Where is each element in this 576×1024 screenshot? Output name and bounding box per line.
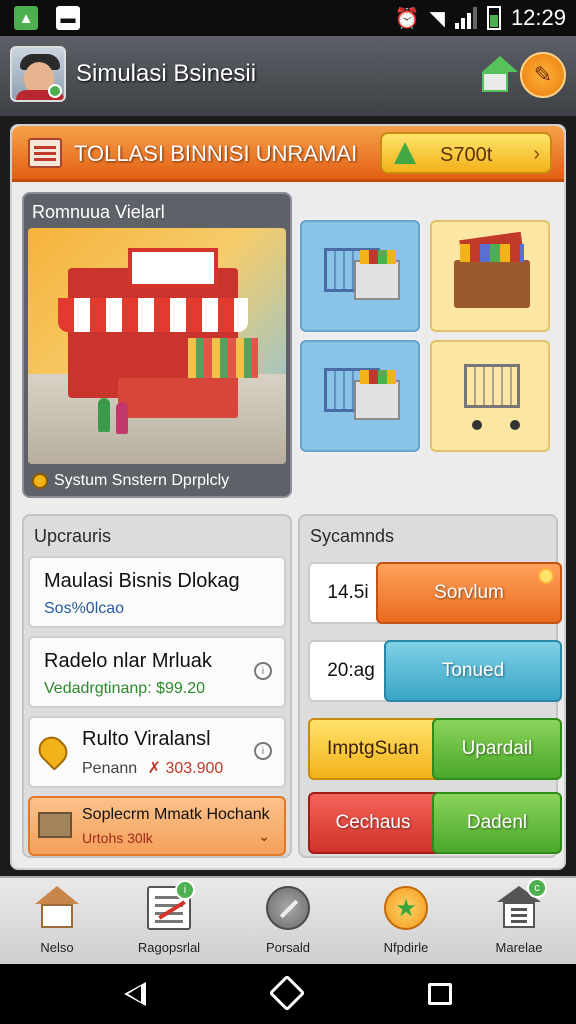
market-stand-icon [454,244,530,308]
commands-panel: Sycamnds 14.5i Sorvlum 20:ag Tonued Impt… [298,514,562,858]
chevron-right-icon: › [533,143,540,165]
cart-goods-tile[interactable] [300,220,420,332]
wifi-icon: ◥ [429,7,445,30]
chevron-down-icon: ⌄ [258,828,270,844]
market-stand-tile[interactable] [430,220,550,332]
currency-amount: S700t [440,144,493,166]
currency-button[interactable]: S700t › [380,132,552,174]
upardail-button[interactable]: Upardail [432,718,562,780]
app-title: Simulasi Bsinesii [76,60,257,87]
document-icon: c [497,878,547,930]
sun-icon [538,568,554,584]
nav-item-marelae[interactable]: c Marelae [464,878,574,964]
upgrade-card-2[interactable]: Radelo nlar Mrluak Vedadrgtinanp: $99.20… [28,636,286,708]
banner-title: TOLLASI BINNISI UNRAMAI [74,141,358,166]
battery-icon [486,6,501,30]
nav-item-nfpdirle[interactable]: ★ Nfpdirle [351,884,461,964]
shopping-cart-tile[interactable] [430,340,550,452]
location-pin-icon [33,731,73,771]
showcase-title: Romnuua Vielarl [32,202,165,222]
crate-icon [38,812,72,838]
sorvlum-button[interactable]: Sorvlum [376,562,562,624]
nav-label: Nelso [40,940,74,955]
nav-item-porsald[interactable]: Porsald [233,884,343,964]
clock: 12:29 [510,5,566,30]
showcase-footer-label: Systum Snstern Dprplcly [54,472,230,489]
nav-item-ragopsrlal[interactable]: i Ragopsrlal [114,880,224,964]
edit-button[interactable]: ✎ [520,52,566,98]
imptgsuan-button[interactable]: ImptgSuan [308,718,438,780]
cechaus-button[interactable]: Cechaus [308,792,438,854]
card-subtitle: Sos%0lcao [44,600,125,617]
nav-label: Ragopsrlal [137,940,201,955]
info-icon[interactable]: i [254,742,272,760]
tonued-button[interactable]: Tonued [384,640,562,702]
shop-sign-icon [28,138,62,168]
bottom-nav: Nelso i Ragopsrlal Porsald ★ Nfpdirle c … [0,876,576,964]
nav-label: Porsald [265,940,311,955]
wheel-icon [472,420,482,430]
upgrades-panel: Upcrauris Maulasi Bisnis Dlokag Sos%0lca… [22,514,292,858]
card-subtitle: Urtohs 30lk [82,830,153,846]
status-bar: ▲ ▬ ⏰ ◥ 12:29 [0,0,576,36]
command-row-1: 14.5i Sorvlum [308,562,562,624]
command-row-3: ImptgSuan Upardail [308,718,562,780]
upgrade-card-3[interactable]: Rulto Viralansl Penann ✗ 303.900 i [28,716,286,788]
pencil-icon: ✎ [533,62,553,87]
wrench-icon [266,886,310,930]
command-value: 20:ag [308,640,394,702]
recent-apps-icon[interactable] [428,983,452,1005]
store-illustration [28,228,286,464]
upgrade-card-1[interactable]: Maulasi Bisnis Dlokag Sos%0lcao [28,556,286,628]
command-row-4: Cechaus Dadenl [308,792,562,854]
card-title: Radelo nlar Mrluak [44,650,212,672]
avatar[interactable] [10,46,66,102]
commands-title: Sycamnds [310,526,395,546]
house-icon [35,886,79,930]
nav-badge: i [175,880,195,900]
shelf-goods-tile[interactable] [300,340,420,452]
card-title: Rulto Viralansl [82,728,211,750]
chart-icon: i [147,880,195,930]
card-title: Maulasi Bisnis Dlokag [44,570,240,592]
card-subtitle-price: ✗ 303.900 [147,760,224,777]
system-nav-bar [0,964,576,1024]
upgrade-card-4[interactable]: Soplecrm Mmatk Hochank Urtohs 30lk ⌄ [28,796,286,856]
command-row-2: 20:ag Tonued [308,640,562,702]
dadenl-button[interactable]: Dadenl [432,792,562,854]
shopping-cart-icon [464,364,520,408]
nav-label: Marelae [495,940,543,955]
upgrades-title: Upcrauris [34,526,112,546]
nav-label: Nfpdirle [383,940,429,955]
home-upgrade-button[interactable] [462,54,518,94]
main-panel: TOLLASI BINNISI UNRAMAI S700t › Romnuua … [10,124,566,870]
store-showcase[interactable]: Romnuua Vielarl Systum Snstern Dprplcly [22,192,292,498]
title-banner: TOLLASI BINNISI UNRAMAI S700t › [12,126,564,182]
showcase-footer: Systum Snstern Dprplcly [32,472,229,490]
nav-badge: c [527,878,547,898]
notification-icon: ▲ [14,6,38,30]
info-icon[interactable]: i [254,662,272,680]
message-icon: ▬ [56,6,80,30]
back-icon[interactable] [124,982,146,1006]
card-subtitle-prefix: Penann [82,760,138,777]
star-icon: ★ [384,886,428,930]
wheel-icon [510,420,520,430]
goods-box-icon [354,370,400,420]
goods-box-icon [354,250,400,300]
up-arrow-icon [394,142,416,164]
app-header: Simulasi Bsinesii ✎ [0,36,576,116]
card-title: Soplecrm Mmatk Hochank [82,806,270,823]
nav-item-nelso[interactable]: Nelso [2,884,112,964]
gear-icon [32,473,48,489]
item-tiles [300,220,552,456]
signal-icon [454,7,477,29]
home-icon[interactable] [268,974,306,1012]
alarm-icon: ⏰ [394,7,420,30]
card-subtitle: Vedadrgtinanp: $99.20 [44,680,206,697]
